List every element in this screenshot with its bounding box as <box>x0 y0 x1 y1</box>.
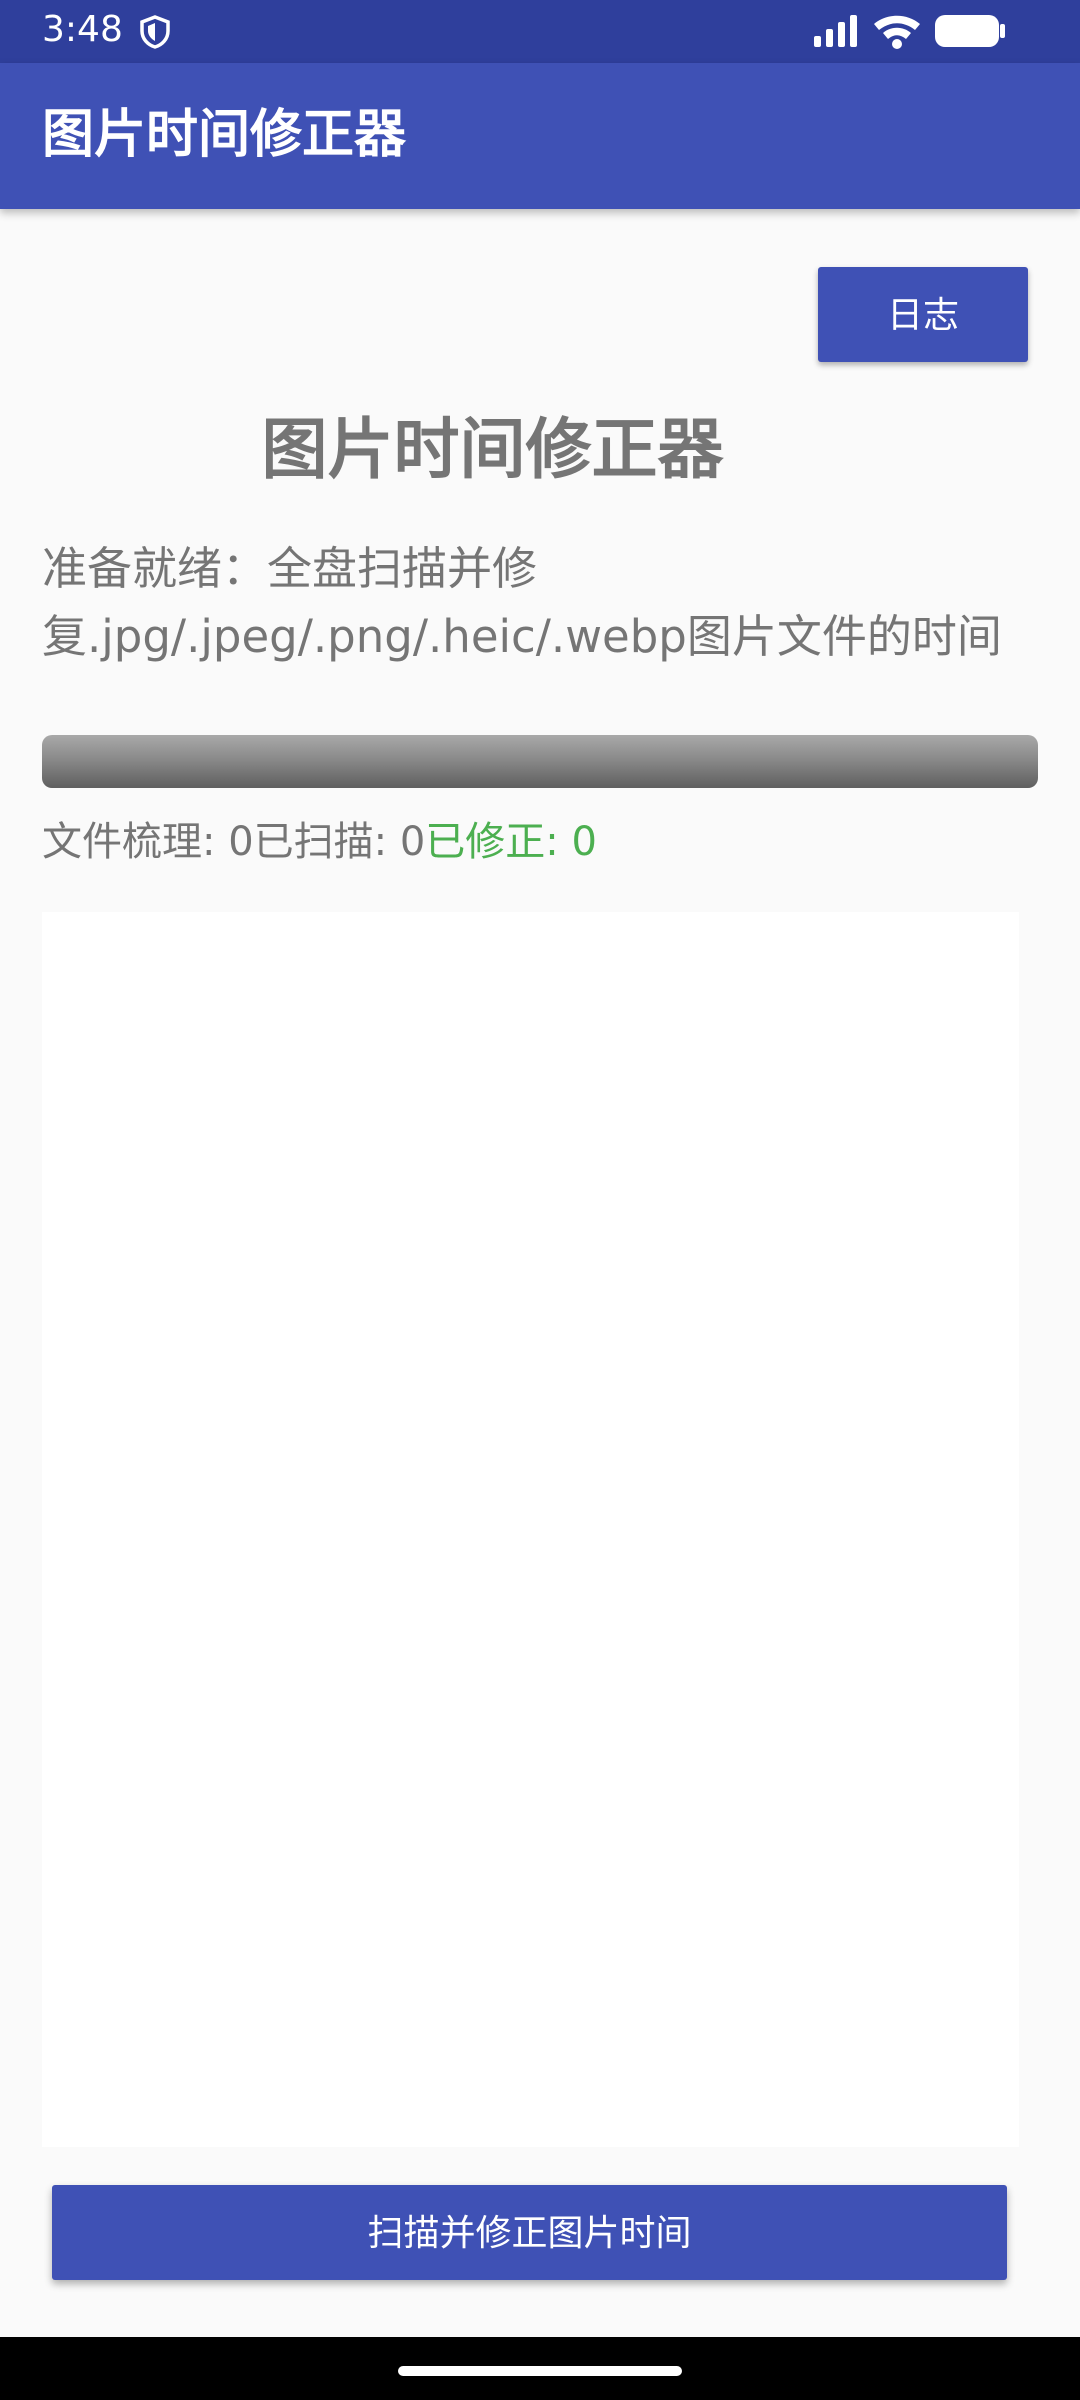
scan-fix-button[interactable]: 扫描并修正图片时间 <box>52 2185 1007 2280</box>
scanned-count: 已扫描: 0 <box>253 819 426 865</box>
status-time: 3:48 <box>42 9 123 50</box>
app-bar: 图片时间修正器 <box>0 63 1080 209</box>
sorted-count: 文件梳理: 0 <box>42 819 254 865</box>
log-button[interactable]: 日志 <box>818 267 1028 362</box>
shield-icon <box>140 15 170 49</box>
home-gesture-handle[interactable] <box>398 2366 682 2376</box>
fixed-count: 已修正: 0 <box>425 819 597 865</box>
page-title: 图片时间修正器 <box>261 411 724 488</box>
status-bar: 3:48 <box>0 0 1080 63</box>
app-bar-title: 图片时间修正器 <box>42 105 407 165</box>
log-output-area[interactable] <box>42 912 1019 2147</box>
battery-icon <box>935 15 1005 47</box>
screen: 3:48 图片时间修正器 日志 图片时间修正器 准备就绪：全盘扫描并修复.jpg… <box>0 0 1080 2400</box>
signal-icon <box>814 15 857 47</box>
counts-line: 文件梳理: 0已扫描: 0已修正: 0 <box>42 812 597 872</box>
status-message: 准备就绪：全盘扫描并修复.jpg/.jpeg/.png/.heic/.webp图… <box>42 542 1002 663</box>
navigation-bar <box>0 2337 1080 2400</box>
wifi-icon <box>874 15 920 49</box>
progress-bar <box>42 735 1038 788</box>
